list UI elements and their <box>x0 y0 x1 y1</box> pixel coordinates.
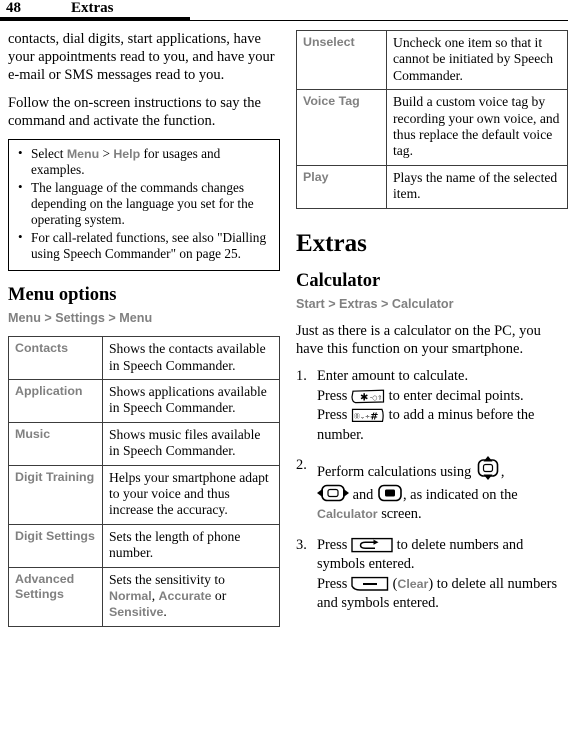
step-1-line-1: Enter amount to calculate. <box>317 368 469 385</box>
svg-text:-○⇧: -○⇧ <box>370 394 382 401</box>
menu-options-table: Contacts Shows the contacts available in… <box>8 336 280 627</box>
step-2-line-3: Calculator screen. <box>317 505 568 525</box>
header-rule-thick <box>0 17 190 21</box>
table-row: Application Shows applications available… <box>8 378 280 423</box>
step-text-pre: Press <box>317 536 351 553</box>
table-row: Contacts Shows the contacts available in… <box>8 336 280 380</box>
ui-term-clear: Clear <box>397 576 429 591</box>
value-post: . <box>163 604 167 620</box>
leftright-nav-key-icon <box>317 483 349 503</box>
table-key: Advanced Settings <box>8 566 103 627</box>
ui-term-normal: Normal <box>109 588 152 603</box>
table-row: Voice Tag Build a custom voice tag by re… <box>296 89 568 166</box>
step-1-line-2: Press ✱ -○⇧ to enter decimal points. <box>317 387 568 407</box>
ui-term-help: Help <box>113 147 141 162</box>
table-value: Helps your smartphone adapt to your voic… <box>102 464 280 525</box>
table-row: Play Plays the name of the selected item… <box>296 164 568 209</box>
star-key-icon: ✱ -○⇧ <box>351 389 385 404</box>
table-key: Voice Tag <box>296 89 387 166</box>
step-1-line-3: Press ⓪⌄÷ # to add a minus before the num… <box>317 406 568 445</box>
table-value: Shows applications available in Speech C… <box>102 378 280 423</box>
section-heading-calculator: Calculator <box>296 270 381 291</box>
value-sep: , <box>151 587 159 603</box>
step-text-post: to enter decimal points. <box>384 387 524 404</box>
step-1: Enter amount to calculate. Press ✱ -○⇧ to… <box>296 367 568 445</box>
table-key: Play <box>296 164 387 209</box>
table-key: Music <box>8 421 103 466</box>
step-text-pre: Press <box>317 575 351 592</box>
section-heading-menu-options: Menu options <box>8 285 117 306</box>
page-number: 48 <box>6 0 21 16</box>
note-list: Select Menu > Help for usages and exampl… <box>13 145 271 263</box>
table-value: Uncheck one item so that it cannot be in… <box>386 29 568 91</box>
calculator-steps: Enter amount to calculate. Press ✱ -○⇧ to… <box>296 367 568 614</box>
breadcrumb-menu-settings: Menu > Settings > Menu <box>8 311 153 326</box>
back-key-icon <box>351 537 393 553</box>
svg-text:#: # <box>370 412 378 423</box>
table-row: Digit Settings Sets the length of phone … <box>8 523 280 568</box>
chapter-heading-extras: Extras <box>296 229 367 257</box>
paragraph-calculator-intro: Just as there is a calculator on the PC,… <box>296 322 541 357</box>
table-key: Application <box>8 378 103 423</box>
note-item-mid: > <box>99 146 114 162</box>
ui-term-menu: Menu <box>66 147 100 162</box>
value-sep: or <box>211 587 227 603</box>
clear-key-icon <box>351 576 389 592</box>
table-row: Advanced Settings Sets the sensitivity t… <box>8 566 280 627</box>
note-box: Select Menu > Help for usages and exampl… <box>8 139 280 272</box>
table-value: Sets the sensitivity to Normal, Accurate… <box>102 566 280 627</box>
step-text-pre: Perform calculations using <box>317 464 475 481</box>
step-text-pre: Press <box>317 407 351 424</box>
step-3-line-1: Press to delete numbers and symbols ente… <box>317 536 568 575</box>
table-key: Digit Training <box>8 464 103 525</box>
table-key: Unselect <box>296 29 387 91</box>
select-key-icon <box>377 483 403 503</box>
table-row: Digit Training Helps your smartphone ada… <box>8 464 280 525</box>
table-value: Shows music files available in Speech Co… <box>102 421 280 466</box>
table-value: Build a custom voice tag by recording yo… <box>386 89 568 166</box>
left-column: contacts, dial digits, start application… <box>8 30 280 627</box>
table-value: Plays the name of the selected item. <box>386 164 568 209</box>
right-column: Unselect Uncheck one item so that it can… <box>296 29 568 625</box>
ui-term-calculator: Calculator <box>317 507 378 522</box>
table-value: Sets the length of phone number. <box>102 523 280 568</box>
table-key: Contacts <box>8 336 103 380</box>
value-pre: Sets the sensitivity to <box>109 571 225 587</box>
ui-term-sensitive: Sensitive <box>109 605 164 620</box>
step-2-line-2: and , as indicated on the <box>317 483 568 506</box>
step-text-pre: Press <box>317 387 351 404</box>
table-row: Unselect Uncheck one item so that it can… <box>296 29 568 91</box>
manual-page: 48 Extras contacts, dial digits, start a… <box>0 0 568 731</box>
step-text-post: , <box>500 464 505 481</box>
table-key: Digit Settings <box>8 523 103 568</box>
updown-nav-key-icon <box>475 456 501 481</box>
step-text-mid: and <box>349 486 377 503</box>
table-value: Shows the contacts available in Speech C… <box>102 336 280 380</box>
step-3: Press to delete numbers and symbols ente… <box>296 536 568 614</box>
step-text-post: screen. <box>377 506 422 523</box>
paragraph-instructions: Follow the on-screen instructions to say… <box>8 94 261 129</box>
paragraph-continued: contacts, dial digits, start application… <box>8 31 275 84</box>
hash-key-icon: ⓪⌄÷ # <box>351 408 385 423</box>
breadcrumb-start-extras-calculator: Start > Extras > Calculator <box>296 296 454 311</box>
header-title: Extras <box>71 0 114 16</box>
note-item-pre: Select <box>31 146 67 162</box>
step-text-post: , as indicated on the <box>402 486 518 503</box>
voice-options-table: Unselect Uncheck one item so that it can… <box>296 29 568 209</box>
note-item-call-related: For call-related functions, see also "Di… <box>18 229 271 263</box>
table-row: Music Shows music files available in Spe… <box>8 421 280 466</box>
page-header: 48 Extras <box>0 0 568 22</box>
note-item-help: Select Menu > Help for usages and exampl… <box>18 145 271 179</box>
note-item-language: The language of the commands changes dep… <box>18 179 271 229</box>
svg-text:⓪⌄÷: ⓪⌄÷ <box>354 413 370 421</box>
step-2-line-1: Perform calculations using , <box>317 456 568 483</box>
step-2: Perform calculations using , and , as in… <box>296 456 568 525</box>
step-3-line-2: Press (Clear) to delete all numbers and … <box>317 575 568 614</box>
svg-text:✱: ✱ <box>360 392 368 403</box>
ui-term-accurate: Accurate <box>158 588 212 603</box>
